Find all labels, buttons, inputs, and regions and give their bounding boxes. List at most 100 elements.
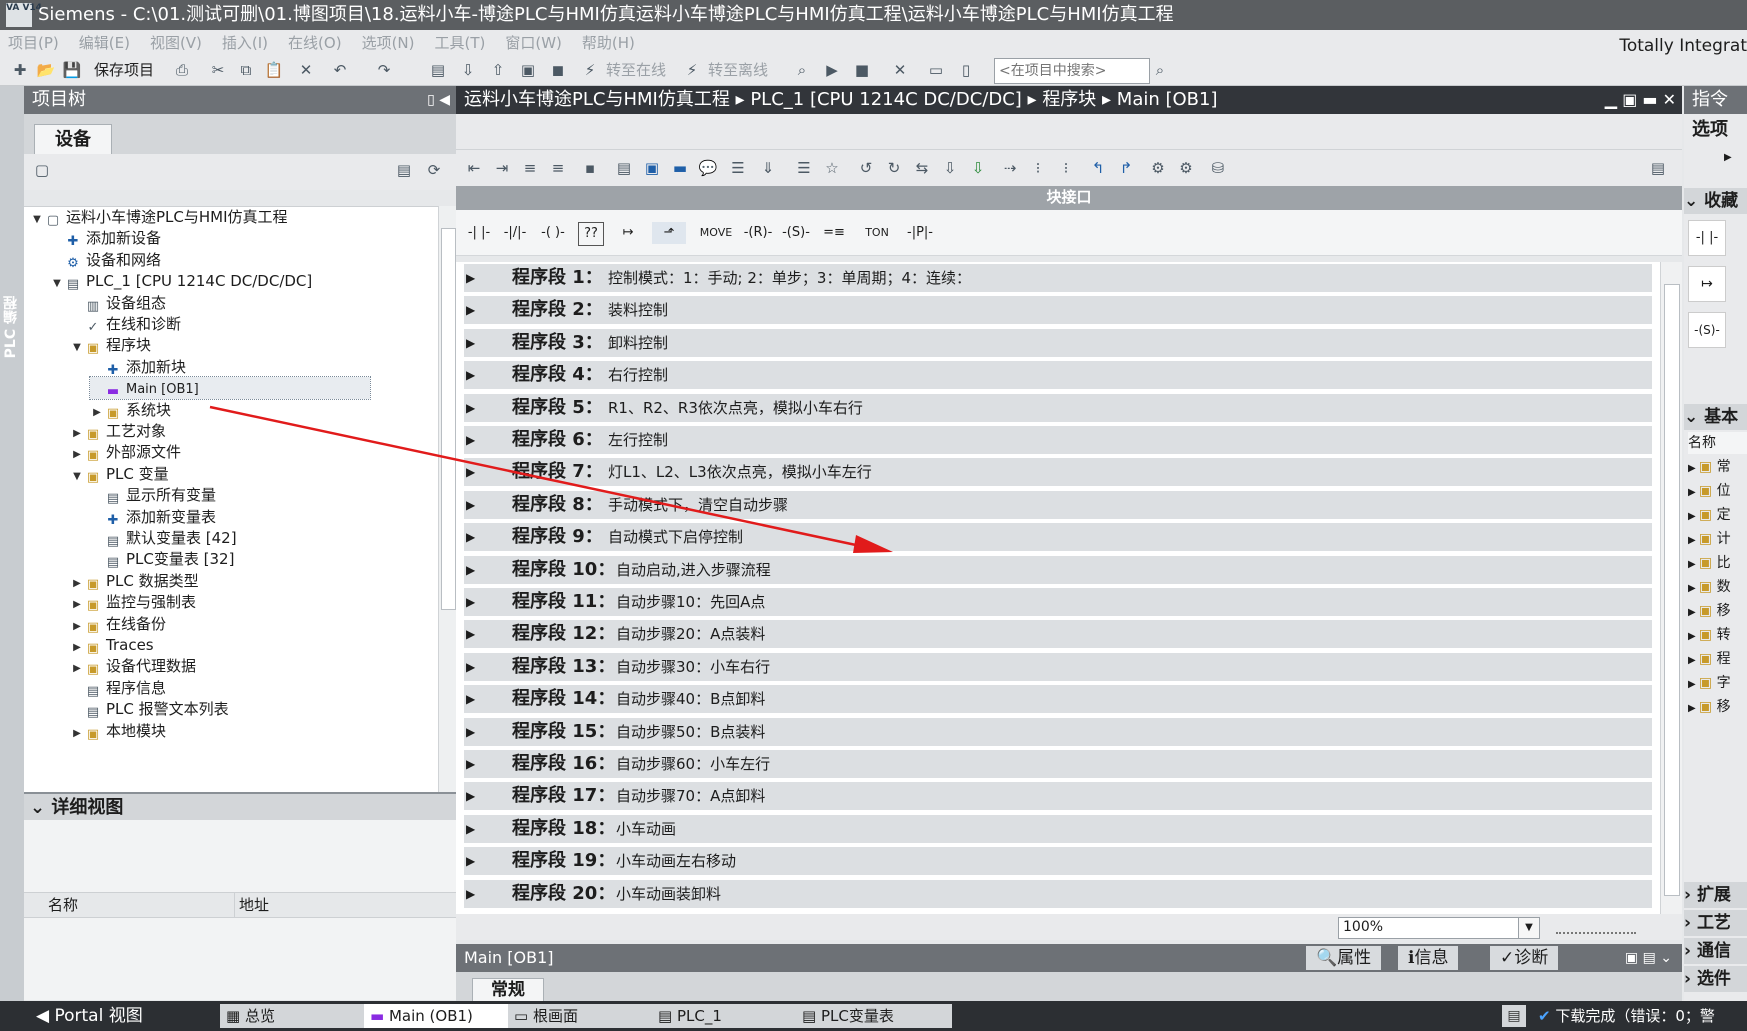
zoom-slider[interactable] (1556, 920, 1636, 934)
search-go-icon[interactable]: ⌕ (1150, 60, 1170, 80)
tab-properties[interactable]: 🔍属性 (1306, 946, 1382, 970)
tree-scrollbar[interactable] (438, 206, 456, 792)
inspector-window-controls[interactable]: ▣ ▤ ⌄ (1625, 944, 1672, 972)
monitor-on-icon[interactable]: ↰ (1088, 158, 1108, 178)
open-project-icon[interactable]: 📂 (36, 60, 56, 80)
extended-instructions-section[interactable]: › 扩展 (1684, 882, 1747, 908)
param-icon[interactable]: ⁝ (1028, 158, 1048, 178)
network-comment[interactable]: 自动步骤20：A点装料 (616, 620, 765, 648)
compile-icon[interactable]: ▤ (428, 60, 448, 80)
task-overview[interactable]: ▦ 总览 (220, 1004, 372, 1028)
start-cpu-icon[interactable]: ▶ (822, 60, 842, 80)
tree-item[interactable]: ▼ ▢ 运料小车博途PLC与HMI仿真工程 (30, 207, 287, 228)
expand-network-icon[interactable]: ▶ (466, 815, 475, 843)
network-row[interactable]: ▶ 程序段 15： 自动步骤50：B点装料 (464, 717, 1652, 746)
network-comment[interactable]: 左行控制 (608, 426, 668, 454)
simulation-icon[interactable]: ▣ (518, 60, 538, 80)
optional-packages-section[interactable]: › 选件 (1684, 966, 1747, 992)
cross-reference-icon[interactable]: ✕ (890, 60, 910, 80)
expand-arrow-icon[interactable]: ▼ (50, 273, 64, 295)
network-comment[interactable]: 自动步骤40：B点卸料 (616, 685, 765, 713)
menu-online[interactable]: 在线(O) (288, 34, 342, 52)
go-offline-icon[interactable]: ⚡ (682, 60, 702, 80)
collapse-arrow-icon[interactable]: ▶ (70, 723, 84, 745)
no-contact-icon[interactable]: -| |- (464, 222, 494, 244)
delete-icon[interactable]: ✕ (296, 60, 316, 80)
tree-item[interactable]: ▶ ▣ Traces (70, 634, 153, 656)
close-branch-icon[interactable]: ⬏ (652, 222, 686, 244)
network-comment[interactable]: 自动启动,进入步骤流程 (616, 556, 771, 584)
cut-icon[interactable]: ✂ (208, 60, 228, 80)
coil-icon[interactable]: -( )- (536, 222, 570, 244)
taskbar-layout-icon[interactable]: ▤ (1502, 1005, 1526, 1027)
network-comment[interactable]: 手动模式下，清空自动步骤 (608, 491, 788, 519)
move-instruction-icon[interactable]: MOVE (696, 222, 736, 244)
network-comment[interactable]: 控制模式：1：手动; 2：单步；3：单周期；4：连续： (608, 264, 971, 292)
network-comment[interactable]: 自动步骤60：小车左行 (616, 750, 770, 778)
network-comment[interactable]: 灯L1、L2、L3依次点亮，模拟小车左行 (608, 458, 872, 486)
expand-network-icon[interactable]: ▶ (466, 361, 475, 389)
network-row[interactable]: ▶ 程序段 4： 右行控制 (464, 361, 1652, 390)
menu-insert[interactable]: 插入(I) (222, 34, 268, 52)
basic-instruction-folder[interactable]: ▶ ▣ 移 (1688, 696, 1747, 718)
empty-box-icon[interactable]: ?? (578, 222, 604, 246)
task-plc-tag-table[interactable]: ▤ PLC变量表 (796, 1004, 952, 1028)
basic-instructions-section[interactable]: ⌄ 基本 (1684, 404, 1747, 430)
check-icon[interactable]: ⇩ (968, 158, 988, 178)
details-view-icon[interactable]: ▤ (394, 160, 414, 180)
pin-icon[interactable]: ▯ ◀ (427, 86, 450, 114)
network-comment[interactable]: 小车动画 (616, 815, 676, 843)
expand-network-icon[interactable]: ▶ (466, 264, 475, 292)
set-coil-icon[interactable]: -(S)- (778, 222, 814, 244)
network-row[interactable]: ▶ 程序段 11： 自动步骤10：先回A点 (464, 588, 1652, 616)
expand-network-icon[interactable]: ▶ (466, 782, 475, 810)
tree-item[interactable]: ▤ 显示所有变量 (90, 484, 216, 506)
fav-branch-icon[interactable]: ↦ (1688, 266, 1726, 302)
tree-item[interactable]: ▼ ▤ PLC_1 [CPU 1214C DC/DC/DC] (50, 270, 312, 292)
close-all-networks-icon[interactable]: ▬ (670, 158, 690, 178)
network-row[interactable]: ▶ 程序段 17： 自动步骤70：A点卸料 (464, 782, 1652, 811)
expand-network-icon[interactable]: ▶ (466, 847, 475, 875)
go-online-icon[interactable]: ⚡ (580, 60, 600, 80)
comments-icon[interactable]: 💬 (698, 158, 718, 178)
expand-network-icon[interactable]: ▶ (466, 880, 475, 908)
breadcrumb-project[interactable]: 运料小车博途PLC与HMI仿真工程 (464, 89, 730, 110)
expand-network-icon[interactable]: ▶ (466, 296, 475, 324)
basic-instruction-folder[interactable]: ▶ ▣ 位 (1688, 480, 1747, 502)
favorite-star-icon[interactable]: ☆ (822, 158, 842, 178)
tree-item[interactable]: ✓ 在线和诊断 (70, 313, 181, 335)
rewire2-icon[interactable]: ↻ (884, 158, 904, 178)
zoom-select[interactable]: 100% (1338, 917, 1524, 939)
chevron-right-icon[interactable]: ▶ (1724, 152, 1732, 163)
network-row[interactable]: ▶ 程序段 16： 自动步骤60：小车左行 (464, 750, 1652, 778)
panel-toggle-icon[interactable]: ▤ (1648, 158, 1668, 178)
tree-item[interactable]: ▶ ▣ 系统块 (90, 399, 171, 421)
tab-general[interactable]: 常规 (472, 978, 544, 1002)
go-online-button[interactable]: 转至在线 (606, 60, 666, 80)
network-row[interactable]: ▶ 程序段 20： 小车动画装卸料 (464, 879, 1652, 908)
block-settings-icon[interactable]: ⚙ (1148, 158, 1168, 178)
expand-network-icon[interactable]: ▶ (466, 653, 475, 681)
network-comment[interactable]: 自动步骤70：A点卸料 (616, 782, 765, 810)
expand-network-icon[interactable]: ▶ (466, 329, 475, 357)
favorites-section[interactable]: ⌄ 收藏 (1684, 188, 1747, 214)
database-icon[interactable]: ⛁ (1208, 158, 1228, 178)
plc-programming-side-label[interactable]: PLC 编程 (1, 296, 21, 358)
paste-icon[interactable]: 📋 (264, 60, 284, 80)
compare-icon[interactable]: ⇆ (912, 158, 932, 178)
tree-item[interactable]: ▬ Main [OB1] (89, 376, 371, 401)
rewire-icon[interactable]: ↺ (856, 158, 876, 178)
upload-icon[interactable]: ⇧ (488, 60, 508, 80)
breadcrumb-main[interactable]: Main [OB1] (1117, 89, 1218, 110)
tab-info[interactable]: ℹ信息 (1398, 946, 1459, 970)
fav-no-contact-icon[interactable]: -| |- (1688, 220, 1726, 256)
split-horizontal-icon[interactable]: ▭ (926, 60, 946, 80)
column-name[interactable]: 名称 (48, 893, 78, 917)
stop-icon[interactable]: ◼ (548, 60, 568, 80)
network-comment[interactable]: 卸料控制 (608, 329, 668, 357)
abs-address-icon[interactable]: ▤ (614, 158, 634, 178)
expand-network-icon[interactable]: ▶ (466, 750, 475, 778)
expand-network-icon[interactable]: ▶ (466, 491, 475, 519)
tree-item[interactable]: ▶ ▣ 外部源文件 (70, 441, 181, 463)
simulation-toggle-icon[interactable]: ⚙ (1176, 158, 1196, 178)
